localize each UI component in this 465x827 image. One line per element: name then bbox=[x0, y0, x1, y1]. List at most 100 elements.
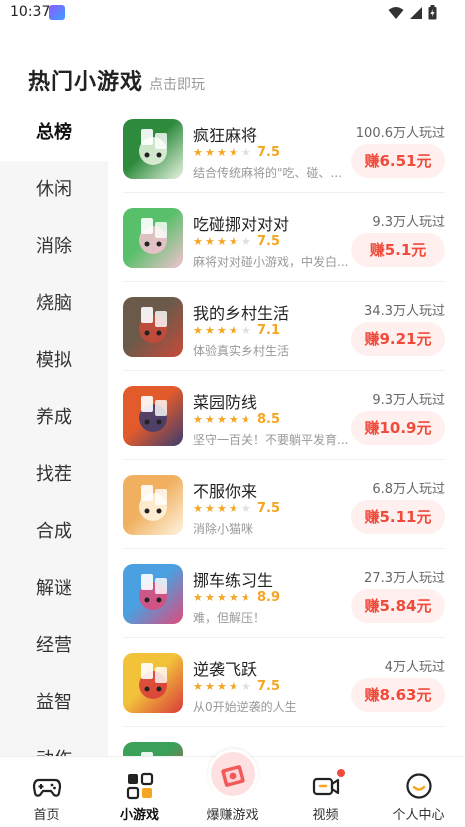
nav-mini-games[interactable]: 小游戏 bbox=[93, 757, 186, 827]
star-rating-icon: ★ ★ ★ ★ ★ bbox=[193, 679, 253, 693]
star-icon: ★ bbox=[217, 412, 227, 426]
sidebar-item-spot-difference[interactable]: 找茬 bbox=[0, 446, 108, 503]
game-rating: ★ ★ ★ ★ ★ 7.5 bbox=[193, 234, 280, 249]
game-list-item[interactable]: 疯狂麻将 ★ ★ ★ ★ ★ 7.5 结合传统麻将的"吃、碰、... 100.6万人玩过… bbox=[123, 104, 445, 193]
page-title: 热门小游戏 bbox=[28, 70, 144, 95]
game-score: 8.5 bbox=[257, 412, 281, 427]
nav-home[interactable]: 首页 bbox=[0, 757, 93, 827]
star-icon: ★ bbox=[205, 679, 215, 693]
game-list-item[interactable] bbox=[123, 727, 445, 756]
game-list-item[interactable]: 吃碰挪对对对 ★ ★ ★ ★ ★ 7.5 麻将对对碰小游戏，中发白... 9.3万人玩过… bbox=[123, 193, 445, 282]
star-rating-icon: ★ ★ ★ ★ ★ bbox=[193, 590, 253, 604]
game-score: 7.5 bbox=[257, 501, 281, 516]
game-icon bbox=[123, 386, 183, 446]
game-icon bbox=[123, 119, 183, 179]
page-header: 热门小游戏 点击即玩 bbox=[28, 64, 205, 96]
star-icon: ★ bbox=[205, 323, 215, 337]
nav-label: 个人中心 bbox=[392, 808, 445, 823]
earn-reward-button[interactable]: 赚10.9元 bbox=[351, 411, 445, 445]
nav-video[interactable]: 视频 bbox=[279, 757, 372, 827]
star-icon: ★ bbox=[229, 235, 241, 248]
player-count: 9.3万人玩过 bbox=[372, 393, 445, 408]
player-count: 27.3万人玩过 bbox=[364, 571, 445, 586]
sidebar-item-casual[interactable]: 休闲 bbox=[0, 161, 108, 218]
signal-icon bbox=[410, 6, 422, 19]
nav-label: 小游戏 bbox=[119, 808, 159, 823]
game-icon bbox=[123, 297, 183, 357]
star-icon: ★ bbox=[193, 323, 203, 337]
star-rating-icon: ★ ★ ★ ★ ★ bbox=[193, 145, 253, 159]
category-sidebar: 总榜 休闲 消除 烧脑 模拟 养成 找茬 合成 解谜 经营 益智 动作 bbox=[0, 104, 108, 756]
earn-reward-button[interactable]: 赚8.63元 bbox=[351, 678, 445, 712]
star-rating-icon: ★ ★ ★ ★ ★ bbox=[193, 501, 253, 515]
sidebar-item-match[interactable]: 消除 bbox=[0, 218, 108, 275]
money-icon bbox=[220, 765, 245, 787]
game-name: 逆袭飞跃 bbox=[193, 660, 258, 679]
app-notification-icon bbox=[49, 5, 65, 20]
star-icon: ★ bbox=[217, 501, 227, 515]
sidebar-item-brain[interactable]: 烧脑 bbox=[0, 275, 108, 332]
game-rating: ★ ★ ★ ★ ★ 7.5 bbox=[193, 679, 280, 694]
star-icon: ★ bbox=[241, 501, 251, 515]
star-icon: ★ bbox=[205, 145, 215, 159]
game-description: 结合传统麻将的"吃、碰、... bbox=[193, 166, 342, 180]
earn-reward-button[interactable]: 赚5.1元 bbox=[351, 233, 445, 267]
game-description: 消除小猫咪 bbox=[193, 522, 254, 536]
star-icon: ★ bbox=[241, 234, 251, 248]
earn-reward-button[interactable]: 赚5.11元 bbox=[351, 500, 445, 534]
smile-icon bbox=[405, 773, 432, 799]
game-list-item[interactable]: 逆袭飞跃 ★ ★ ★ ★ ★ 7.5 从0开始逆袭的人生 4万人玩过 赚8.63元 bbox=[123, 638, 445, 727]
game-list-item[interactable]: 挪车练习生 ★ ★ ★ ★ ★ 8.9 难，但解压！ 27.3万人玩过 赚5.84元 bbox=[123, 549, 445, 638]
star-icon: ★ bbox=[205, 412, 215, 426]
star-icon: ★ bbox=[229, 146, 241, 159]
star-rating-icon: ★ ★ ★ ★ ★ bbox=[193, 412, 253, 426]
game-list-item[interactable]: 菜园防线 ★ ★ ★ ★ ★ 8.5 坚守一百关！不要躺平发育... 9.3万人玩过 赚… bbox=[123, 371, 445, 460]
game-description: 难，但解压！ bbox=[193, 611, 266, 625]
battery-icon bbox=[428, 5, 437, 20]
game-name: 疯狂麻将 bbox=[193, 126, 258, 145]
star-icon: ★ bbox=[205, 501, 215, 515]
sidebar-item-puzzle[interactable]: 解谜 bbox=[0, 560, 108, 617]
player-count: 9.3万人玩过 bbox=[372, 215, 445, 230]
game-description: 麻将对对碰小游戏，中发白... bbox=[193, 255, 349, 269]
game-list-item[interactable]: 不服你来 ★ ★ ★ ★ ★ 7.5 消除小猫咪 6.8万人玩过 赚5.11元 bbox=[123, 460, 445, 549]
star-icon: ★ bbox=[241, 323, 251, 337]
star-icon: ★ bbox=[217, 323, 227, 337]
star-icon: ★ bbox=[229, 324, 241, 337]
star-icon: ★ bbox=[229, 680, 241, 693]
star-icon: ★ bbox=[217, 679, 227, 693]
game-icon bbox=[123, 475, 183, 535]
game-rating: ★ ★ ★ ★ ★ 8.5 bbox=[193, 412, 280, 427]
star-icon: ★ bbox=[205, 590, 215, 604]
star-rating-icon: ★ ★ ★ ★ ★ bbox=[193, 234, 253, 248]
nav-profile[interactable]: 个人中心 bbox=[372, 757, 465, 827]
game-score: 8.9 bbox=[257, 590, 281, 605]
game-icon bbox=[123, 564, 183, 624]
sidebar-item-action[interactable]: 动作 bbox=[0, 731, 108, 756]
earn-reward-button[interactable]: 赚6.51元 bbox=[351, 144, 445, 178]
earn-reward-button[interactable]: 赚5.84元 bbox=[351, 589, 445, 623]
game-list-item[interactable]: 我的乡村生活 ★ ★ ★ ★ ★ 7.1 体验真实乡村生活 34.3万人玩过 赚9.21… bbox=[123, 282, 445, 371]
star-icon: ★ bbox=[229, 502, 241, 515]
grid-icon bbox=[126, 772, 153, 800]
star-icon: ★ bbox=[241, 413, 253, 426]
status-bar: 10:37 bbox=[0, 0, 465, 26]
game-icon bbox=[123, 653, 183, 713]
star-rating-icon: ★ ★ ★ ★ ★ bbox=[193, 323, 253, 337]
sidebar-item-management[interactable]: 经营 bbox=[0, 617, 108, 674]
star-icon: ★ bbox=[217, 234, 227, 248]
sidebar-item-educational[interactable]: 益智 bbox=[0, 674, 108, 731]
nav-label: 视频 bbox=[312, 808, 339, 823]
game-name: 我的乡村生活 bbox=[193, 304, 290, 323]
sidebar-item-top-chart[interactable]: 总榜 bbox=[0, 104, 108, 161]
star-icon: ★ bbox=[193, 234, 203, 248]
star-icon: ★ bbox=[229, 412, 239, 426]
status-indicators bbox=[388, 5, 437, 20]
sidebar-item-nurture[interactable]: 养成 bbox=[0, 389, 108, 446]
earn-reward-button[interactable]: 赚9.21元 bbox=[351, 322, 445, 356]
sidebar-item-simulation[interactable]: 模拟 bbox=[0, 332, 108, 389]
game-score: 7.5 bbox=[257, 145, 281, 160]
nav-hot-earn-games[interactable]: 爆赚游戏 bbox=[186, 749, 279, 827]
game-description: 体验真实乡村生活 bbox=[193, 344, 290, 358]
sidebar-item-merge[interactable]: 合成 bbox=[0, 503, 108, 560]
